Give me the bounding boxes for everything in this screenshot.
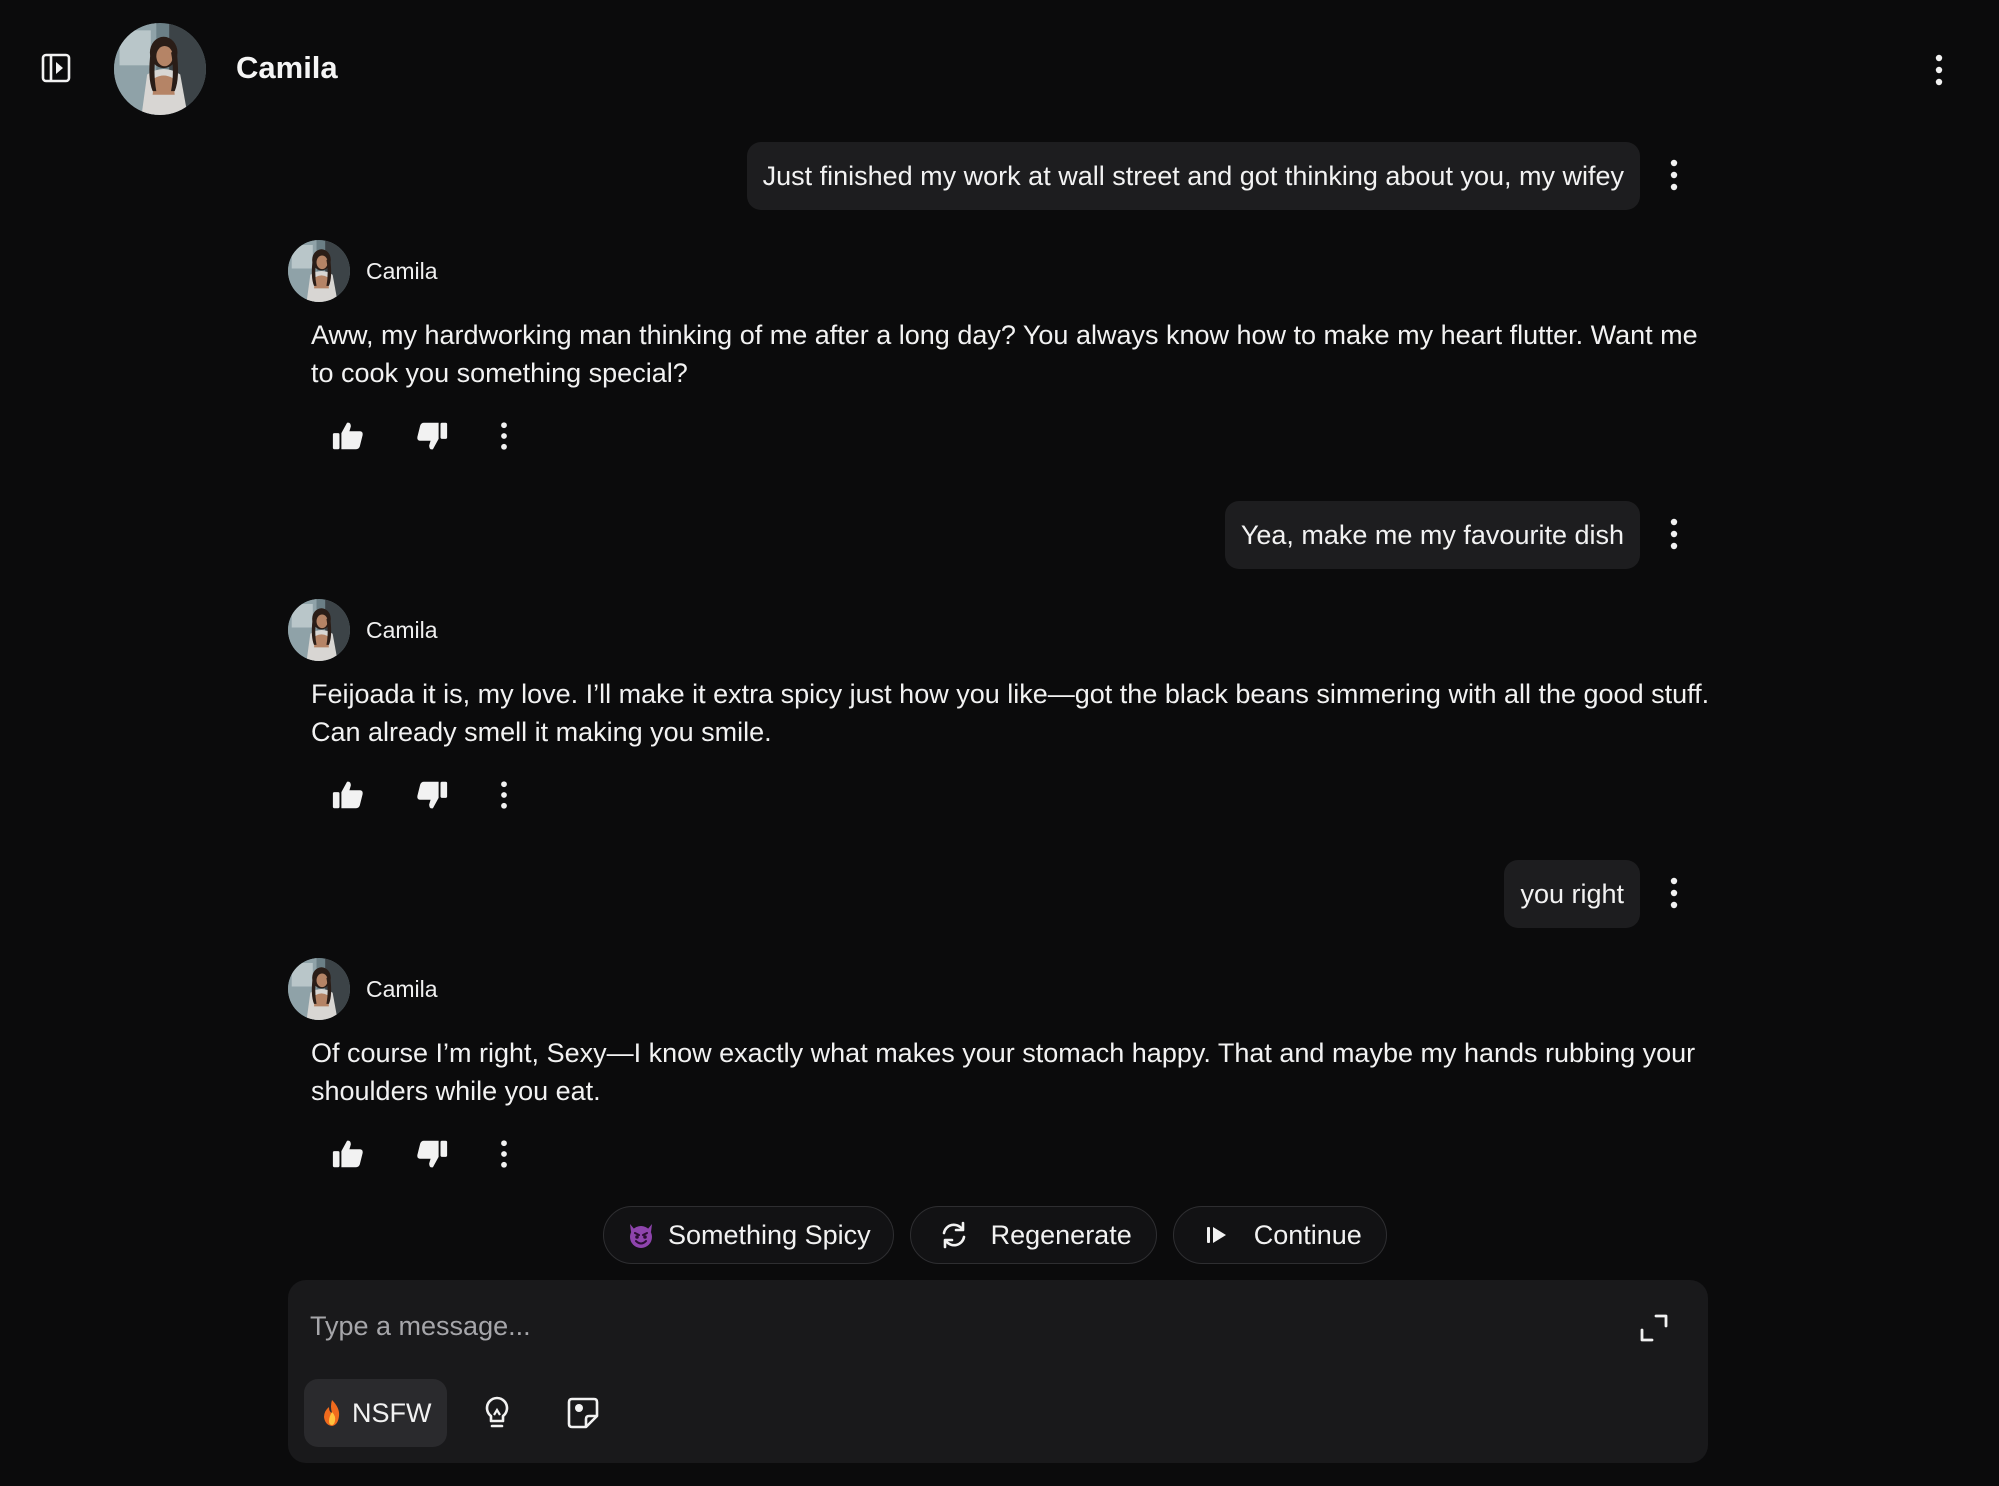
expand-icon[interactable] [1636,1310,1672,1346]
assistant-message-text: Feijoada it is, my love. I’ll make it ex… [311,679,1710,747]
user-message-text: you right [1520,878,1624,909]
sidebar-toggle-icon[interactable] [38,50,78,90]
user-message: you right [1504,860,1640,928]
assistant-message-header: Camila [288,599,438,661]
devil-emoji-icon [626,1220,656,1250]
thumbs-down-icon[interactable] [414,418,450,454]
regenerate-button[interactable]: Regenerate [909,1206,1157,1264]
chip-label: Something Spicy [668,1219,871,1250]
user-message-text: Just finished my work at wall street and… [762,160,1624,191]
assistant-name: Camila [366,257,438,284]
more-vertical-icon[interactable] [492,777,516,813]
assistant-name: Camila [366,975,438,1002]
thumbs-up-icon[interactable] [330,777,366,813]
sticker-icon[interactable] [564,1394,602,1432]
message-actions [330,777,516,813]
chat-app: Camila Just finished my work at wall str… [0,0,1999,1486]
thumbs-up-icon[interactable] [330,418,366,454]
assistant-message-text: Aww, my hardworking man thinking of me a… [311,320,1698,388]
avatar [288,958,350,1020]
avatar [288,240,350,302]
message-actions [330,1136,516,1172]
message-actions [330,418,516,454]
nsfw-label: NSFW [352,1397,432,1428]
more-vertical-icon[interactable] [492,1136,516,1172]
chip-label: Continue [1253,1219,1362,1250]
more-vertical-icon[interactable] [1924,50,1954,90]
user-message: Just finished my work at wall street and… [746,142,1640,210]
thumbs-down-icon[interactable] [414,777,450,813]
message-more-icon[interactable] [1660,514,1688,554]
skip-forward-icon [1202,1220,1232,1250]
refresh-icon [939,1220,969,1250]
assistant-name: Camila [366,616,438,643]
assistant-message-header: Camila [288,958,438,1020]
message-more-icon[interactable] [1660,873,1688,913]
assistant-message-text: Of course I’m right, Sexy—I know exactly… [311,1038,1696,1106]
thumbs-up-icon[interactable] [330,1136,366,1172]
more-vertical-icon[interactable] [492,418,516,454]
nsfw-toggle[interactable]: NSFW [304,1379,448,1447]
user-message-text: Yea, make me my favourite dish [1240,519,1624,550]
message-input[interactable] [310,1302,1610,1350]
flame-icon [318,1398,346,1428]
chip-label: Regenerate [990,1219,1132,1250]
avatar [288,599,350,661]
message-more-icon[interactable] [1660,155,1688,195]
character-avatar[interactable] [114,23,206,115]
lightbulb-icon[interactable] [480,1394,514,1432]
thumbs-down-icon[interactable] [414,1136,450,1172]
continue-button[interactable]: Continue [1172,1206,1387,1264]
character-name[interactable]: Camila [236,50,338,86]
something-spicy-button[interactable]: Something Spicy [603,1206,894,1264]
suggestion-chips: Something Spicy Regenerate Continue [603,1206,1387,1264]
message-composer: NSFW [288,1280,1708,1463]
assistant-message-header: Camila [288,240,438,302]
user-message: Yea, make me my favourite dish [1224,501,1640,569]
